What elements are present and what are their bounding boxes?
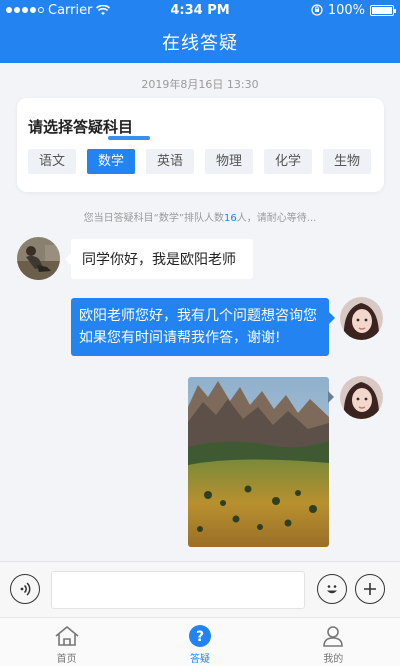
voice-icon [20,582,31,596]
subject-biology-button[interactable]: 生物 [323,149,371,174]
queue-count: 16 [224,213,237,224]
wifi-icon [96,4,111,15]
subject-chinese-button[interactable]: 语文 [28,149,76,174]
message-input-bar [0,561,400,617]
student-avatar[interactable] [340,376,383,419]
subject-options: 语文 数学 英语 物理 化学 生物 [28,149,371,174]
svg-text:?: ? [196,629,204,645]
add-button[interactable] [355,574,385,604]
tab-me[interactable]: 我的 [267,618,400,666]
subject-chemistry-button[interactable]: 化学 [264,149,312,174]
teacher-message: 同学你好，我是欧阳老师 [65,239,253,279]
message-input[interactable] [51,571,305,609]
orientation-lock-icon [311,4,323,16]
home-icon [54,624,80,648]
tab-me-label: 我的 [323,654,344,665]
queue-note-prefix: 您当日答疑科目“数学”排队人数 [83,213,225,224]
subject-card-title: 请选择答疑科目 [28,116,150,140]
subject-math-button[interactable]: 数学 [87,149,135,174]
subject-card-title-text: 请选择答疑科目 [28,118,134,136]
subject-english-button[interactable]: 英语 [146,149,194,174]
teacher-avatar[interactable] [17,237,60,280]
queue-note: 您当日答疑科目“数学”排队人数16人，请耐心等待... [0,209,400,224]
image-message[interactable] [188,377,329,547]
image-message-tail [328,391,334,403]
question-icon: ? [187,624,213,648]
tab-qa-label: 答疑 [189,654,210,665]
subject-physics-button[interactable]: 物理 [205,149,253,174]
emoji-icon [327,585,337,594]
subject-card: 请选择答疑科目 语文 数学 英语 物理 化学 生物 [17,98,384,192]
chat-timestamp: 2019年8月16日 13:30 [141,78,259,91]
battery-percent: 100% [327,2,365,18]
page-title: 在线答疑 [162,32,238,54]
status-bar: Carrier 4:34 PM 100% [0,0,400,20]
voice-button[interactable] [10,574,40,604]
battery-icon [370,4,396,16]
tab-qa[interactable]: ? 答疑 [133,618,266,666]
title-underline [108,136,150,140]
tab-home[interactable]: 首页 [0,618,133,666]
queue-note-suffix: 人，请耐心等待... [236,213,317,224]
carrier-label: Carrier [48,2,93,18]
user-icon [320,624,346,648]
signal-icon [6,7,44,13]
emoji-button[interactable] [317,574,347,604]
student-avatar[interactable] [340,297,383,340]
student-message: 欧阳老师您好，我有几个问题想咨询您如果您有时间请帮我作答，谢谢! [71,298,335,356]
status-time: 4:34 PM [170,2,230,18]
plus-icon [364,583,376,595]
tab-home-label: 首页 [56,654,77,665]
top-bar: Carrier 4:34 PM 100% 在线答疑 [0,0,400,63]
bottom-tab-bar: 首页 ? 答疑 我的 [0,617,400,666]
